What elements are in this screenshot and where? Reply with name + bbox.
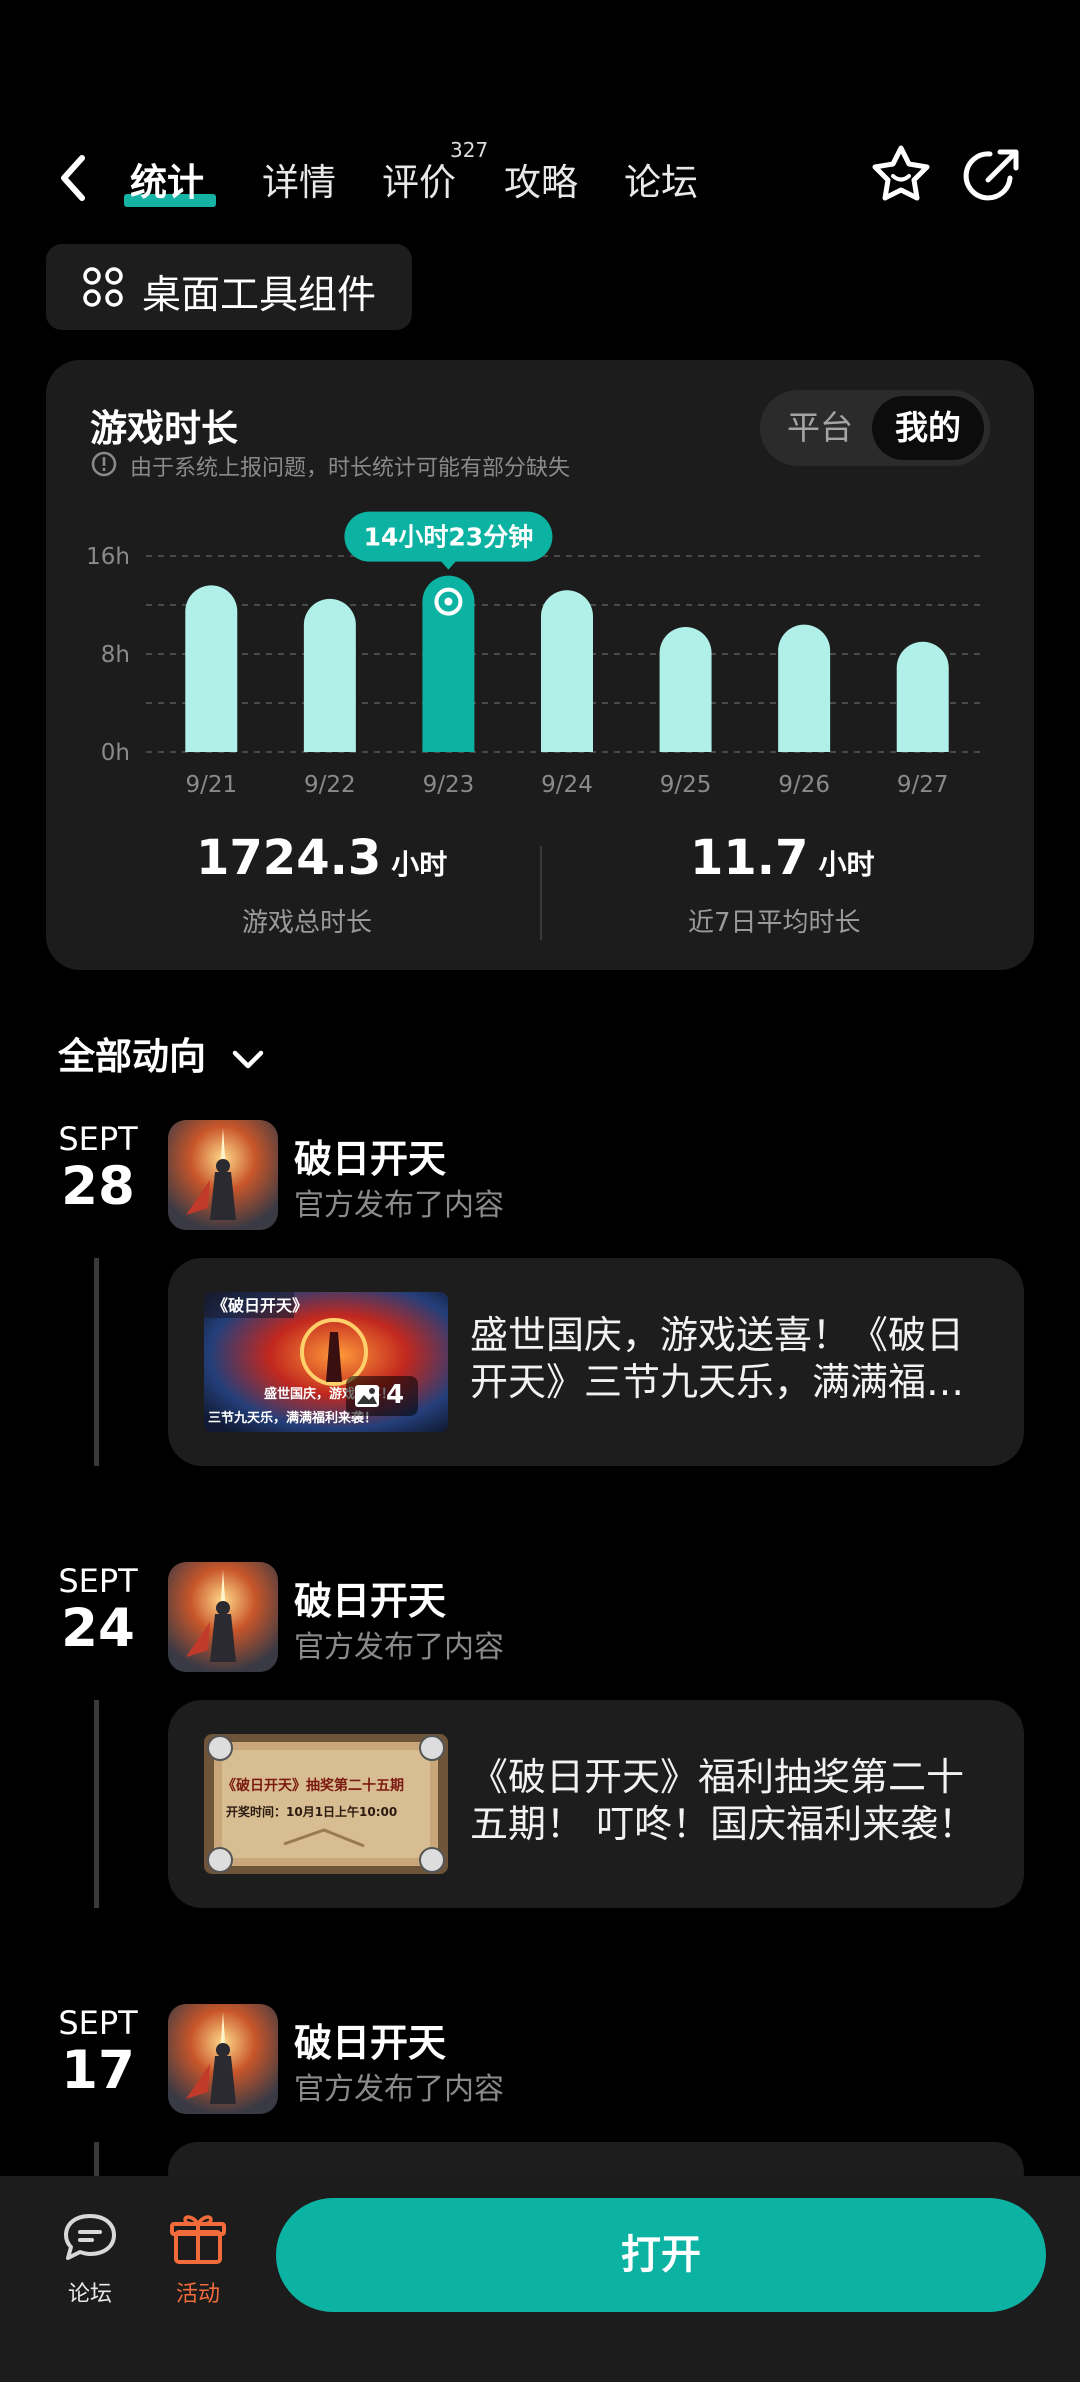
thumb-line1: 开奖时间：10月1日上午10:00 [226, 1804, 397, 1819]
thumb-title: 《破日开天》抽奖第二十五期 [222, 1777, 404, 1794]
x-tick-label: 9/26 [778, 772, 830, 798]
post-day: 24 [61, 1598, 135, 1659]
selected-bar-marker-dot [444, 597, 453, 606]
total-unit: 小时 [391, 848, 448, 881]
y-tick-label: 0h [101, 740, 130, 766]
post-game-name[interactable]: 破日开天 [294, 1128, 446, 1183]
post-subtitle: 官方发布了内容 [294, 2072, 504, 2107]
post-text: 《破日开天》福利抽奖第二十五期！ 叮咚！国庆福利来袭！ [470, 1755, 977, 1846]
post-card[interactable]: 《破日开天》抽奖第二十五期 开奖时间：10月1日上午10:00 《破日开天》福利… [168, 1700, 1024, 1908]
bar-9/26 [778, 624, 831, 752]
y-tick-label: 16h [86, 544, 130, 570]
bar-9/25 [659, 627, 712, 752]
avg-value: 11.7 [690, 830, 809, 886]
share-icon[interactable] [960, 142, 1026, 208]
post-text: 盛世国庆，游戏送喜！《破日开天》三节九天乐，满满福利来袭！ [470, 1313, 965, 1404]
x-tick-label: 9/23 [423, 772, 475, 798]
x-tick-label: 9/24 [541, 772, 593, 798]
post-subtitle: 官方发布了内容 [294, 1630, 504, 1665]
timeline-line [94, 1700, 99, 1908]
forum-button[interactable]: 论坛 [50, 2210, 130, 2308]
tab-forum[interactable]: 论坛 [624, 152, 698, 206]
bottom-action-bar: 论坛 活动 打开 [0, 2176, 1080, 2382]
total-playtime: 1724.3 小时 [196, 830, 447, 886]
game-avatar[interactable] [168, 1120, 278, 1230]
post-thumbnail: 《破日开天》 盛世国庆，游戏送喜！ 三节九天乐，满满福利来袭！ 4 [204, 1292, 448, 1432]
chevron-down-icon [231, 1037, 265, 1080]
top-nav: 统计 详情 评价 327 攻略 论坛 [0, 120, 1080, 230]
tooltip-text: 14小时23分钟 [364, 523, 534, 552]
widget-label: 桌面工具组件 [142, 273, 377, 318]
review-count-badge: 327 [450, 138, 489, 162]
desktop-widget-button[interactable]: 桌面工具组件 [46, 244, 412, 330]
bar-9/24 [541, 590, 593, 752]
post-month: SEPT [58, 1120, 138, 1158]
bar-9/22 [303, 598, 356, 752]
post-month: SEPT [58, 2004, 138, 2042]
feed-title: 全部动向 [58, 1035, 206, 1078]
x-tick-label: 9/21 [185, 772, 237, 798]
forum-label: 论坛 [67, 2282, 112, 2307]
avg-playtime: 11.7 小时 [690, 830, 874, 886]
post-card[interactable]: 《破日开天》 盛世国庆，游戏送喜！ 三节九天乐，满满福利来袭！ 4 盛世国庆，游… [168, 1258, 1024, 1466]
total-label: 游戏总时长 [242, 908, 373, 938]
thumb-title: 《破日开天》 [212, 1296, 308, 1315]
playtime-bar-chart: 0h 8h 16h 9/21 9/22 9/23 14小时23分钟 9/24 9/25 9/26 9… [86, 511, 986, 798]
y-tick-label: 8h [101, 642, 130, 668]
activity-label: 活动 [175, 2282, 220, 2307]
forum-chat-icon [64, 2214, 116, 2260]
tab-guides[interactable]: 攻略 [504, 152, 578, 206]
gift-icon [170, 2215, 226, 2264]
x-tick-label: 9/22 [304, 772, 356, 798]
tooltip-pointer [440, 560, 457, 570]
bar-9/21 [185, 585, 238, 752]
feed-filter-dropdown[interactable]: 全部动向 [58, 1026, 265, 1080]
tab-details[interactable]: 详情 [262, 152, 336, 206]
total-value: 1724.3 [196, 830, 382, 886]
timeline-line [94, 1258, 99, 1466]
game-avatar[interactable] [168, 1562, 278, 1672]
bar-9/27 [896, 641, 949, 752]
star-smile-icon[interactable] [868, 142, 934, 208]
post-subtitle: 官方发布了内容 [294, 1188, 504, 1223]
avg-unit: 小时 [818, 848, 875, 881]
activity-button[interactable]: 活动 [158, 2210, 238, 2308]
image-count: 4 [386, 1380, 405, 1410]
x-tick-label: 9/25 [660, 772, 712, 798]
post-game-name[interactable]: 破日开天 [294, 1570, 446, 1625]
image-count-badge: 4 [346, 1376, 418, 1416]
post-thumbnail: 《破日开天》抽奖第二十五期 开奖时间：10月1日上午10:00 [204, 1734, 448, 1874]
playtime-card: 游戏时长 由于系统上报问题，时长统计可能有部分缺失 平台 我的 0h 8h 16h 9… [46, 360, 1034, 970]
x-tick-label: 9/27 [897, 772, 949, 798]
avg-label: 近7日平均时长 [688, 908, 861, 938]
tab-stats[interactable]: 统计 [130, 152, 204, 206]
tab-reviews[interactable]: 评价 [382, 152, 456, 206]
game-avatar[interactable] [168, 2004, 278, 2114]
post-game-name[interactable]: 破日开天 [294, 2012, 446, 2067]
image-icon [355, 1385, 379, 1407]
stat-divider [540, 846, 542, 940]
post-day: 28 [61, 1156, 135, 1217]
widget-grid-icon [82, 266, 124, 308]
open-game-button[interactable]: 打开 [276, 2198, 1046, 2312]
back-arrow-icon[interactable] [50, 150, 100, 206]
post-day: 17 [61, 2040, 135, 2101]
post-month: SEPT [58, 1562, 138, 1600]
